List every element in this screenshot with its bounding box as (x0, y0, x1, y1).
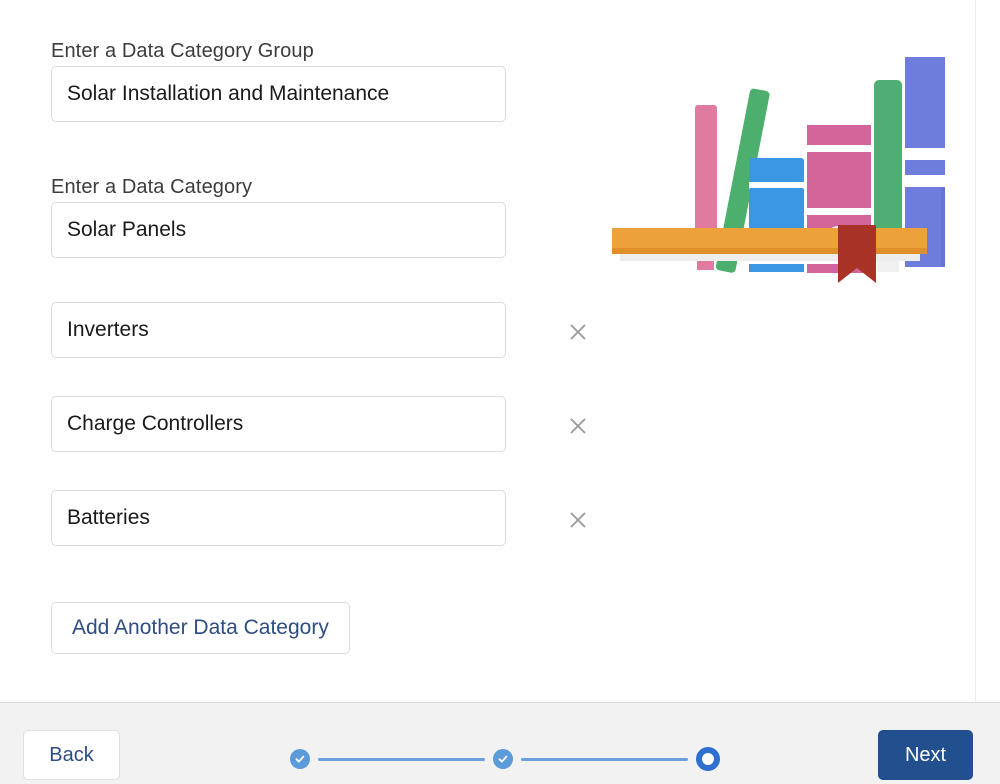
purple-book-band-b (905, 175, 976, 189)
data-category-input-0[interactable] (51, 202, 506, 258)
wizard-content-pane: Enter a Data Category Group Enter a Data… (0, 0, 976, 702)
data-category-input-1[interactable] (51, 302, 506, 358)
bookmark-ribbon (838, 225, 876, 283)
data-category-group-label: Enter a Data Category Group (51, 40, 314, 62)
close-icon (567, 509, 589, 531)
close-icon (567, 321, 589, 343)
purple-book-stripe (905, 160, 976, 177)
magenta-book-top (807, 125, 871, 147)
scrollbar-track[interactable] (976, 0, 1000, 702)
step-indicator-2[interactable] (493, 749, 513, 769)
close-icon (567, 415, 589, 437)
pink-thin-book (695, 105, 717, 234)
wizard-footer: Back Next (0, 702, 1000, 784)
back-button[interactable]: Back (23, 730, 120, 780)
remove-data-category-button-3[interactable] (562, 504, 594, 536)
wizard-progress-stepper (290, 747, 720, 771)
purple-book-band-a (905, 148, 976, 162)
data-category-group-input[interactable] (51, 66, 506, 122)
blue-book-top (749, 158, 804, 184)
data-category-wizard-page: Enter a Data Category Group Enter a Data… (0, 0, 1000, 784)
step-connector-2 (521, 757, 688, 761)
next-button[interactable]: Next (878, 730, 973, 780)
remove-data-category-button-2[interactable] (562, 410, 594, 442)
step-indicator-1[interactable] (290, 749, 310, 769)
purple-book-inner-shade (941, 187, 976, 267)
step-connector-1 (318, 757, 485, 761)
green-tall-book (874, 80, 902, 242)
data-category-input-2[interactable] (51, 396, 506, 452)
magenta-book (807, 152, 871, 212)
purple-tall-book (905, 57, 976, 154)
remove-data-category-button-1[interactable] (562, 316, 594, 348)
add-another-data-category-button[interactable]: Add Another Data Category (51, 602, 350, 654)
shelf-edge (612, 248, 927, 254)
step-indicator-3[interactable] (696, 747, 720, 771)
check-icon (295, 755, 305, 763)
check-icon (498, 755, 508, 763)
bookshelf-illustration (600, 30, 976, 295)
data-category-label: Enter a Data Category (51, 176, 253, 198)
blue-book-foot (749, 264, 804, 272)
data-category-input-3[interactable] (51, 490, 506, 546)
